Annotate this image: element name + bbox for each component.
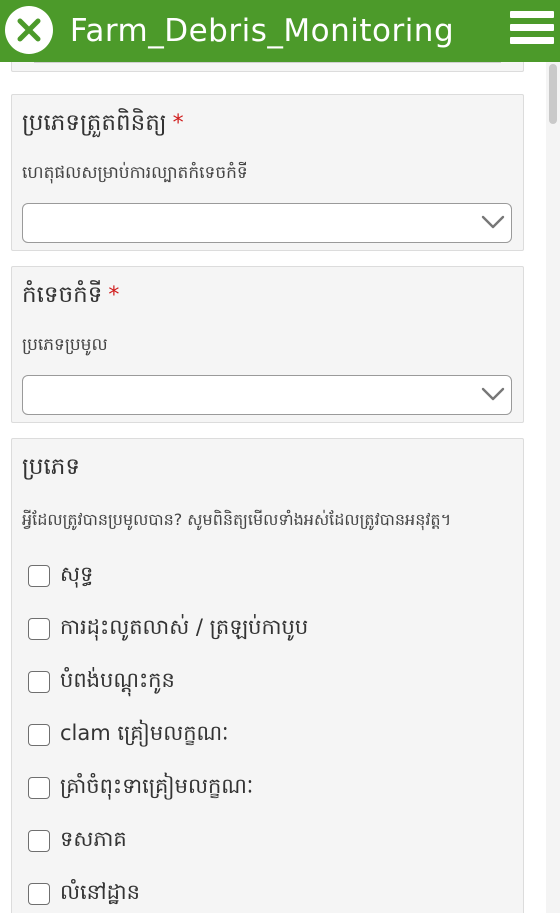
option-checkbox[interactable]: [28, 777, 50, 799]
option-row[interactable]: លំនៅដ្ឋាន: [28, 874, 140, 913]
chevron-down-icon: [481, 387, 505, 401]
previous-question-card: [11, 62, 524, 72]
question-hint: ប្រភេទប្រមូល: [22, 335, 108, 355]
question-title: ប្រភេទត្រួតពិនិត្យ *: [22, 109, 184, 142]
option-row[interactable]: បំពង់បណ្តុះកូន: [28, 662, 175, 702]
debris-question: កំទេចកំទី * ប្រភេទប្រមូល: [11, 266, 524, 423]
app-header: Farm_Debris_Monitoring: [0, 0, 560, 62]
option-checkbox[interactable]: [28, 671, 50, 693]
scrollbar-thumb[interactable]: [549, 64, 557, 124]
form-content: ប្រភេទត្រួតពិនិត្យ * ហេតុផលសម្រាប់ការល្បា…: [0, 62, 546, 913]
option-label: clam គ្រៀមលក្ខណៈ: [60, 720, 229, 745]
menu-button[interactable]: [510, 11, 554, 51]
option-row[interactable]: clam គ្រៀមលក្ខណៈ: [28, 715, 229, 755]
question-title: ប្រភេទ: [22, 454, 80, 480]
option-label: ទសភាគ: [60, 826, 127, 851]
question-label: កំទេចកំទី: [22, 282, 103, 308]
question-hint: ហេតុផលសម្រាប់ការល្បាតកំទេចកំទី: [22, 163, 248, 183]
option-row[interactable]: ទសភាគ: [28, 821, 127, 861]
required-marker: *: [108, 283, 120, 308]
question-label: ប្រភេទត្រួតពិនិត្យ: [22, 110, 167, 136]
app-title: Farm_Debris_Monitoring: [69, 13, 455, 49]
option-label: សុទ្ធ: [60, 561, 94, 586]
option-label: លំនៅដ្ឋាន: [60, 879, 140, 904]
survey-type-select[interactable]: [22, 203, 512, 243]
hamburger-menu-icon: [510, 11, 554, 44]
option-row[interactable]: សុទ្ធ: [28, 556, 93, 596]
scrollbar[interactable]: [546, 62, 560, 913]
chevron-down-icon: [481, 215, 505, 229]
option-checkbox[interactable]: [28, 830, 50, 852]
close-button[interactable]: [5, 6, 53, 54]
option-checkbox[interactable]: [28, 883, 50, 905]
option-label: គ្រាំចំពុះទាគ្រៀមលក្ខណៈ: [60, 773, 254, 798]
question-title: កំទេចកំទី *: [22, 281, 119, 314]
required-marker: *: [172, 111, 184, 136]
option-label: ការដុះលូតលាស់ / ត្រឡប់កាបូប: [60, 614, 309, 639]
question-hint: អ្វីដែលត្រូវបានប្រមូលបាន? សូមពិនិត្យមើលទ…: [22, 510, 452, 529]
previous-field-edge: [34, 62, 501, 63]
close-icon: [17, 18, 41, 42]
debris-select[interactable]: [22, 375, 512, 415]
survey-type-question: ប្រភេទត្រួតពិនិត្យ * ហេតុផលសម្រាប់ការល្បា…: [11, 94, 524, 251]
option-checkbox[interactable]: [28, 618, 50, 640]
option-row[interactable]: គ្រាំចំពុះទាគ្រៀមលក្ខណៈ: [28, 768, 253, 808]
option-checkbox[interactable]: [28, 565, 50, 587]
option-row[interactable]: ការដុះលូតលាស់ / ត្រឡប់កាបូប: [28, 609, 308, 649]
option-checkbox[interactable]: [28, 724, 50, 746]
option-label: បំពង់បណ្តុះកូន: [60, 667, 175, 692]
type-question: ប្រភេទ អ្វីដែលត្រូវបានប្រមូលបាន? សូមពិនិ…: [11, 438, 524, 913]
